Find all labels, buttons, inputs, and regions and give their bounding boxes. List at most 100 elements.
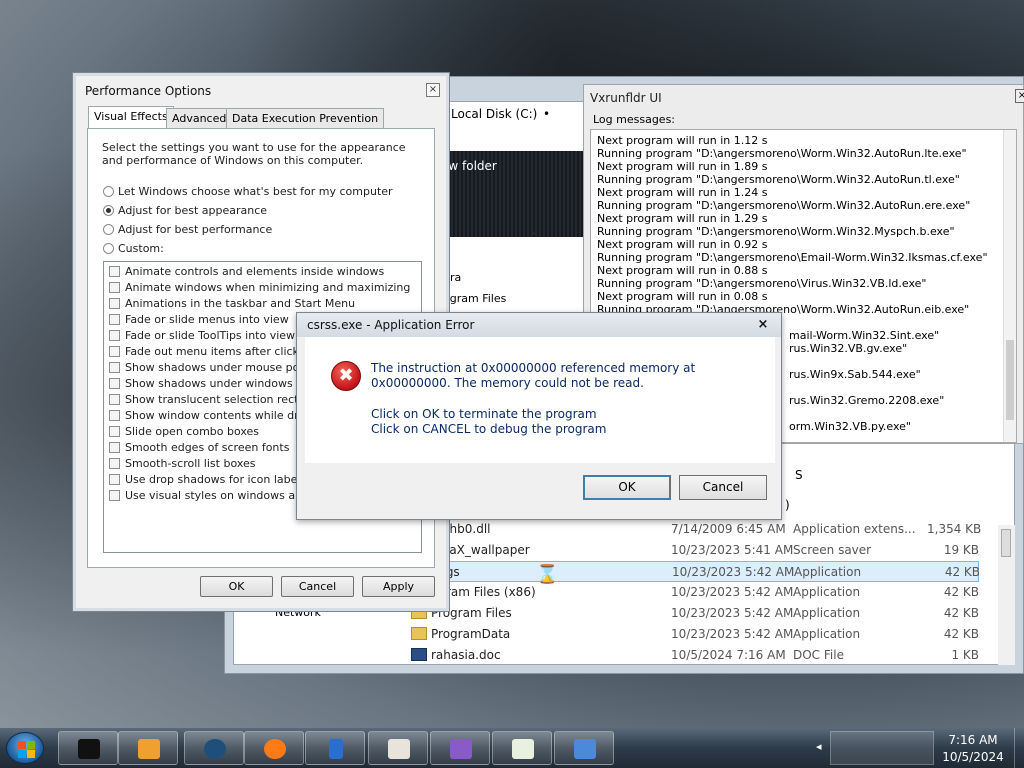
cancel-button[interactable]: Cancel <box>281 576 354 597</box>
file-row[interactable]: 6.vhb0.dll 7/14/2009 6:45 AM Application… <box>407 519 981 540</box>
effect-option[interactable]: Fade or slide ToolTips into view <box>109 329 295 342</box>
tab-advanced[interactable]: Advanced <box>166 108 233 128</box>
system-tray[interactable] <box>830 731 934 765</box>
file-type: Application extens... <box>793 522 916 536</box>
tab-visual-effects[interactable]: Visual Effects <box>88 106 174 129</box>
windows-logo-icon <box>18 750 26 758</box>
radio-best-appearance[interactable]: Adjust for best appearance <box>103 204 267 217</box>
log-scrollbar[interactable] <box>1003 130 1016 442</box>
effect-option[interactable]: Fade out menu items after clicking <box>109 345 316 358</box>
clock-date[interactable]: 10/5/2024 <box>936 750 1010 764</box>
tab-data-execution-prevention[interactable]: Data Execution Prevention <box>226 108 385 128</box>
checkbox[interactable] <box>109 266 120 277</box>
file-row[interactable]: ProgramData 10/23/2023 5:42 AM Applicati… <box>407 624 979 645</box>
checkbox[interactable] <box>109 298 120 309</box>
scrollbar-thumb[interactable] <box>1006 340 1014 420</box>
close-icon[interactable]: × <box>426 83 440 97</box>
tray-expand-icon[interactable]: ◂ <box>816 740 822 753</box>
radio-button-checked[interactable] <box>103 205 114 216</box>
file-type: Application <box>794 565 862 579</box>
log-line: rus.Win9x.Sab.544.exe" <box>789 368 921 381</box>
checkbox[interactable] <box>109 378 120 389</box>
application-error-dialog[interactable]: csrss.exe - Application Error × ✖ The in… <box>296 312 782 520</box>
dialog-body: ✖ The instruction at 0x00000000 referenc… <box>305 337 775 463</box>
checkbox-label: Smooth edges of screen fonts <box>125 441 290 454</box>
cancel-button[interactable]: Cancel <box>679 475 767 500</box>
taskbar-item-firefox[interactable] <box>244 731 304 765</box>
checkbox[interactable] <box>109 362 120 373</box>
taskbar-item-tool[interactable] <box>430 731 490 765</box>
taskbar-item-device[interactable] <box>305 731 365 765</box>
effect-option[interactable]: Slide open combo boxes <box>109 425 259 438</box>
checkbox[interactable] <box>109 314 120 325</box>
windows-logo-icon <box>18 741 26 749</box>
log-line: orm.Win32.VB.py.exe" <box>789 420 911 433</box>
close-icon[interactable]: × <box>756 318 770 332</box>
effect-option[interactable]: Animate controls and elements inside win… <box>109 265 384 278</box>
log-line: Running program "D:\angersmoreno\Worm.Wi… <box>597 199 971 212</box>
file-row[interactable]: Program Files 10/23/2023 5:42 AM Applica… <box>407 603 979 624</box>
sort-chevron-icon[interactable]: ^ <box>530 232 538 242</box>
apply-button[interactable]: Apply <box>362 576 435 597</box>
taskbar-item-notes[interactable] <box>492 731 552 765</box>
nav-item-program-files[interactable]: ogram Files <box>443 292 506 305</box>
file-size: 42 KB <box>943 627 979 641</box>
effect-option[interactable]: Show shadows under mouse pointer <box>109 361 325 374</box>
doc-icon <box>411 648 427 661</box>
checkbox[interactable] <box>109 410 120 421</box>
effect-option[interactable]: Animate windows when minimizing and maxi… <box>109 281 410 294</box>
ok-button[interactable]: OK <box>200 576 273 597</box>
taskbar-item-globe[interactable] <box>184 731 244 765</box>
radio-button[interactable] <box>103 243 114 254</box>
file-size: 42 KB <box>943 606 979 620</box>
checkbox[interactable] <box>109 474 120 485</box>
windows-logo-icon <box>27 741 35 749</box>
notes-icon <box>512 739 534 759</box>
clock-time[interactable]: 7:16 AM <box>936 733 1010 747</box>
show-desktop-button[interactable] <box>1014 728 1024 768</box>
checkbox-label: Animate windows when minimizing and maxi… <box>125 281 411 294</box>
effect-option[interactable]: Smooth-scroll list boxes <box>109 457 256 470</box>
checkbox[interactable] <box>109 458 120 469</box>
file-row[interactable]: ogram Files (x86) 10/23/2023 5:42 AM App… <box>407 582 979 603</box>
file-date: 7/14/2009 6:45 AM <box>671 522 786 536</box>
effect-option[interactable]: Show shadows under windows <box>109 377 293 390</box>
checkbox[interactable] <box>109 426 120 437</box>
file-row[interactable]: rahasia.doc 10/5/2024 7:16 AM DOC File 1… <box>407 645 979 666</box>
checkbox[interactable] <box>109 346 120 357</box>
radio-button[interactable] <box>103 224 114 235</box>
checkbox-label: Smooth-scroll list boxes <box>125 457 256 470</box>
radio-custom[interactable]: Custom: <box>103 242 164 255</box>
effect-option[interactable]: Animations in the taskbar and Start Menu <box>109 297 355 310</box>
radio-let-windows-choose[interactable]: Let Windows choose what's best for my co… <box>103 185 393 198</box>
checkbox[interactable] <box>109 282 120 293</box>
checkbox[interactable] <box>109 490 120 501</box>
file-row[interactable]: helaX_wallpaper 10/23/2023 5:41 AM Scree… <box>407 540 979 561</box>
radio-button[interactable] <box>103 186 114 197</box>
file-date: 10/23/2023 5:42 AM <box>671 627 794 641</box>
taskbar-item-network[interactable] <box>554 731 614 765</box>
file-size: 19 KB <box>943 543 979 557</box>
explorer-scrollbar[interactable] <box>998 525 1015 665</box>
address-dot: • <box>543 107 551 121</box>
checkbox[interactable] <box>109 442 120 453</box>
taskbar: ◂ 7:16 AM 10/5/2024 <box>0 728 1024 768</box>
taskbar-item-media[interactable] <box>118 731 178 765</box>
effect-option[interactable]: Fade or slide menus into view <box>109 313 289 326</box>
dialog-titlebar: csrss.exe - Application Error × <box>297 313 781 337</box>
file-row-selected[interactable]: Logs 10/23/2023 5:42 AM Application 42 K… <box>407 561 980 582</box>
start-button[interactable] <box>6 732 44 764</box>
firefox-icon <box>264 739 286 759</box>
taskbar-item-coffee[interactable] <box>368 731 428 765</box>
address-bar[interactable]: Local Disk (C:) <box>451 107 537 121</box>
checkbox[interactable] <box>109 394 120 405</box>
close-icon[interactable]: × <box>1015 89 1024 103</box>
effect-option[interactable]: Smooth edges of screen fonts <box>109 441 289 454</box>
ok-button[interactable]: OK <box>583 475 671 500</box>
radio-best-performance[interactable]: Adjust for best performance <box>103 223 272 236</box>
log-line: Running program "D:\angersmoreno\Worm.Wi… <box>597 225 955 238</box>
scrollbar-thumb[interactable] <box>1001 529 1011 557</box>
network-icon <box>574 739 596 759</box>
taskbar-item-terminal[interactable] <box>58 731 118 765</box>
checkbox[interactable] <box>109 330 120 341</box>
